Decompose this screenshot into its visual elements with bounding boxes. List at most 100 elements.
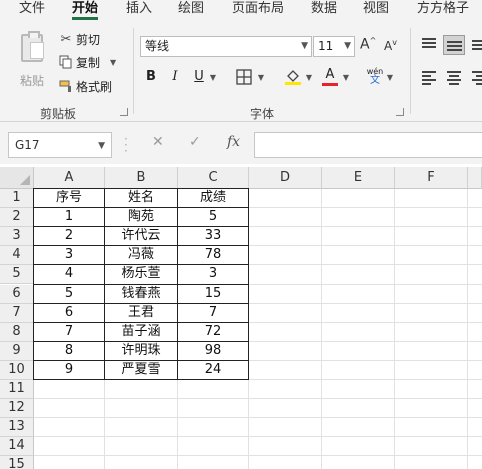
cell-a8[interactable]: 7: [34, 323, 104, 341]
font-color-chevron-down-icon[interactable]: ▼: [341, 67, 351, 87]
paste-label: 粘贴: [20, 74, 45, 88]
borders-button[interactable]: [234, 67, 254, 87]
cell-b4[interactable]: 冯薇: [105, 246, 177, 264]
cell-c6[interactable]: 15: [178, 285, 248, 303]
cell-a6[interactable]: 5: [34, 285, 104, 303]
cell-c2[interactable]: 5: [178, 208, 248, 226]
row-header-4[interactable]: 4: [0, 246, 34, 266]
shrink-font-icon: A: [384, 39, 393, 53]
tab-file[interactable]: 文件: [19, 0, 45, 20]
row-header-3[interactable]: 3: [0, 227, 34, 247]
cancel-icon[interactable]: ✕: [152, 134, 164, 150]
paste-button[interactable]: 粘贴: [14, 30, 48, 90]
cell-c10[interactable]: 24: [178, 361, 248, 379]
align-center-icon[interactable]: [445, 69, 463, 85]
cell-b7[interactable]: 王君: [105, 304, 177, 322]
column-header-e[interactable]: E: [322, 167, 395, 189]
tab-home[interactable]: 开始: [72, 0, 99, 20]
cell-c1[interactable]: 成绩: [178, 189, 248, 207]
cell-c7[interactable]: 7: [178, 304, 248, 322]
cell-b5[interactable]: 杨乐萱: [105, 265, 177, 283]
align-top-icon[interactable]: [420, 36, 438, 52]
underline-button[interactable]: U: [190, 67, 208, 87]
row-header-1[interactable]: 1: [0, 189, 34, 209]
fill-color-button[interactable]: [283, 67, 303, 87]
column-header-f[interactable]: F: [395, 167, 468, 189]
cell-a7[interactable]: 6: [34, 304, 104, 322]
format-painter-button[interactable]: 格式刷: [58, 77, 112, 95]
copy-button[interactable]: 复制 ▼: [58, 53, 116, 71]
align-bottom-icon[interactable]: [470, 36, 482, 52]
row-header-2[interactable]: 2: [0, 208, 34, 228]
tab-data[interactable]: 数据: [311, 0, 337, 20]
name-box[interactable]: G17 ▼: [8, 132, 112, 158]
row-header-11[interactable]: 11: [0, 380, 34, 400]
font-launcher-icon[interactable]: [396, 108, 404, 116]
formula-input[interactable]: [254, 132, 482, 158]
borders-chevron-down-icon[interactable]: ▼: [256, 67, 266, 87]
cell-a5[interactable]: 4: [34, 265, 104, 283]
cell-a1[interactable]: 序号: [34, 189, 104, 207]
select-all-button[interactable]: [0, 167, 34, 189]
cell-c8[interactable]: 72: [178, 323, 248, 341]
tab-draw[interactable]: 绘图: [178, 0, 204, 20]
clipboard-launcher-icon[interactable]: [120, 108, 128, 116]
fill-chevron-down-icon[interactable]: ▼: [304, 67, 314, 87]
align-left-icon[interactable]: [420, 69, 438, 85]
grow-font-button[interactable]: A^: [360, 36, 376, 53]
row-header-13[interactable]: 13: [0, 418, 34, 438]
tab-view[interactable]: 视图: [363, 0, 389, 20]
column-header-c[interactable]: C: [178, 167, 249, 189]
cell-c4[interactable]: 78: [178, 246, 248, 264]
cell-a4[interactable]: 3: [34, 246, 104, 264]
column-header-partial[interactable]: [468, 167, 482, 189]
italic-button[interactable]: I: [166, 67, 184, 87]
gridline-horizontal: [34, 417, 482, 419]
cell-c5[interactable]: 3: [178, 265, 248, 283]
chevron-down-icon[interactable]: ▼: [110, 58, 116, 67]
grow-font-icon: A: [360, 36, 370, 53]
font-name-dropdown[interactable]: 等线 ▼: [140, 36, 312, 57]
enter-icon[interactable]: ✓: [189, 134, 201, 150]
row-header-8[interactable]: 8: [0, 322, 34, 342]
cell-b10[interactable]: 严夏雪: [105, 361, 177, 379]
align-right-icon[interactable]: [470, 69, 482, 85]
row-header-7[interactable]: 7: [0, 303, 34, 323]
row-header-9[interactable]: 9: [0, 341, 34, 361]
cell-b8[interactable]: 苗子涵: [105, 323, 177, 341]
cell-c3[interactable]: 33: [178, 227, 248, 245]
cell-b2[interactable]: 陶苑: [105, 208, 177, 226]
row-header-15[interactable]: 15: [0, 456, 34, 469]
bold-button[interactable]: B: [142, 67, 160, 87]
cell-a10[interactable]: 9: [34, 361, 104, 379]
phonetic-button[interactable]: wén 文: [366, 67, 384, 87]
row-header-14[interactable]: 14: [0, 437, 34, 457]
underline-chevron-down-icon[interactable]: ▼: [208, 67, 218, 87]
tab-fangfang[interactable]: 方方格子: [417, 0, 469, 20]
font-color-button[interactable]: A: [322, 67, 338, 87]
cell-b1[interactable]: 姓名: [105, 189, 177, 207]
cell-b9[interactable]: 许明珠: [105, 342, 177, 360]
cell-a2[interactable]: 1: [34, 208, 104, 226]
column-header-d[interactable]: D: [249, 167, 322, 189]
tab-insert[interactable]: 插入: [126, 0, 152, 20]
worksheet-grid[interactable]: ABCDEF 1 2 3 4 5 6 7 8 9 10 11 12 13 14 15 序号 姓名 成绩 1 陶苑 5 2…: [0, 167, 482, 469]
row-header-5[interactable]: 5: [0, 265, 34, 285]
cell-b3[interactable]: 许代云: [105, 227, 177, 245]
cell-a3[interactable]: 2: [34, 227, 104, 245]
tab-page-layout[interactable]: 页面布局: [232, 0, 284, 20]
column-header-b[interactable]: B: [105, 167, 178, 189]
font-size-dropdown[interactable]: 11 ▼: [313, 36, 355, 57]
insert-function-button[interactable]: fx: [227, 134, 240, 150]
shrink-font-button[interactable]: Av: [384, 38, 397, 53]
column-header-a[interactable]: A: [34, 167, 105, 189]
phonetic-chevron-down-icon[interactable]: ▼: [385, 67, 395, 87]
cell-b6[interactable]: 钱春燕: [105, 285, 177, 303]
row-header-12[interactable]: 12: [0, 399, 34, 419]
cut-button[interactable]: ✂ 剪切: [58, 30, 100, 48]
cell-c9[interactable]: 98: [178, 342, 248, 360]
cell-a9[interactable]: 8: [34, 342, 104, 360]
align-middle-icon[interactable]: [443, 35, 465, 55]
row-header-10[interactable]: 10: [0, 360, 34, 380]
row-header-6[interactable]: 6: [0, 284, 34, 304]
